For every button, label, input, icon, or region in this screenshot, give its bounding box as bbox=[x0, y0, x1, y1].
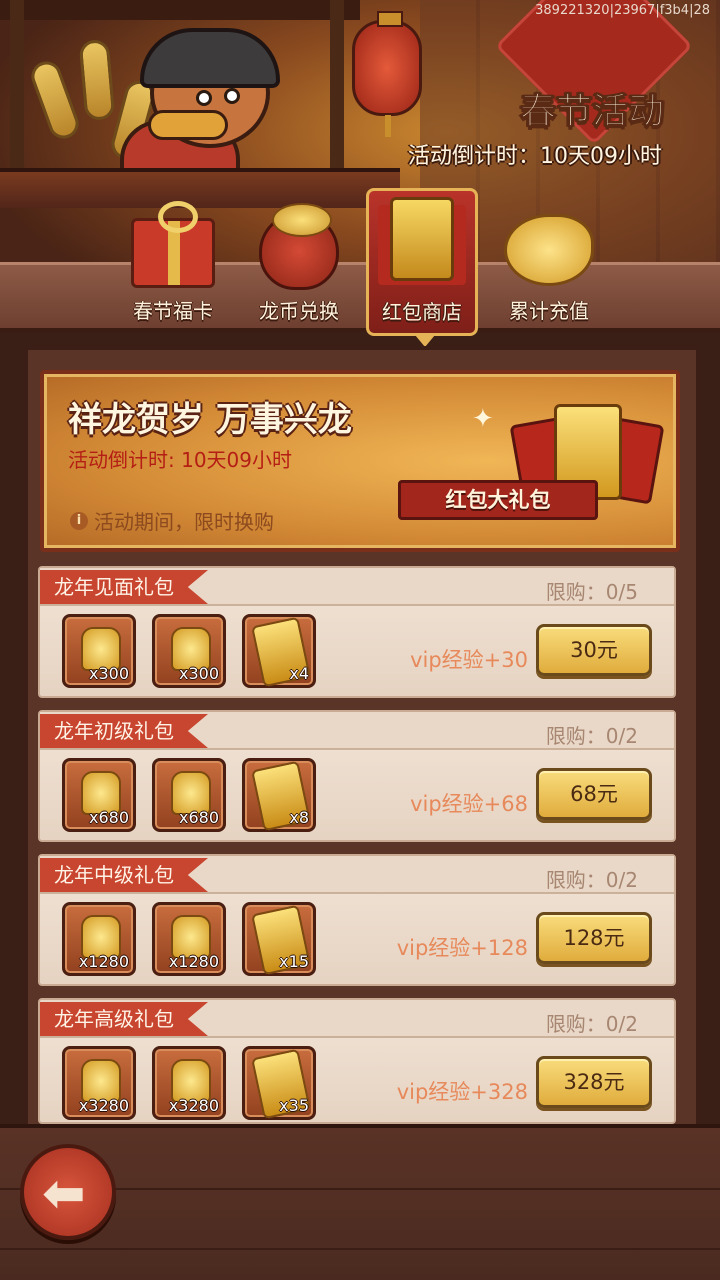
reward-item[interactable]: x3280 bbox=[62, 1046, 136, 1120]
event-banner: 祥龙贺岁 万事兴龙 活动倒计时: 10天09小时 i 活动期间，限时换购 ✦ ✦… bbox=[40, 370, 680, 552]
sparkle-icon: ✦ bbox=[472, 404, 494, 434]
item-qty: x4 bbox=[289, 664, 309, 683]
pack-limit: 限购：0/2 bbox=[545, 868, 638, 892]
vip-exp: vip经验+128 bbox=[396, 936, 528, 960]
pack-row: 龙年高级礼包 限购：0/2 x3280 x3280 x35 vip经验+328 … bbox=[38, 998, 676, 1124]
pack-name: 龙年见面礼包 bbox=[40, 570, 208, 604]
item-qty: x3280 bbox=[168, 1096, 219, 1115]
reward-item[interactable]: x8 bbox=[242, 758, 316, 832]
item-qty: x680 bbox=[178, 808, 219, 827]
item-qty: x3280 bbox=[78, 1096, 129, 1115]
reward-item[interactable]: x3280 bbox=[152, 1046, 226, 1120]
item-qty: x300 bbox=[88, 664, 129, 683]
plank-seam bbox=[0, 1248, 720, 1250]
tab-red-envelope-shop[interactable]: 红包商店 bbox=[366, 188, 478, 347]
item-qty: x680 bbox=[88, 808, 129, 827]
buy-button[interactable]: 68元 bbox=[536, 768, 652, 820]
character-eye bbox=[224, 88, 240, 104]
pack-name: 龙年中级礼包 bbox=[40, 858, 208, 892]
reward-item[interactable]: x1280 bbox=[62, 902, 136, 976]
tab-bar bbox=[0, 262, 720, 332]
dried-fish-decoration bbox=[78, 38, 116, 122]
banner-countdown: 活动倒计时: 10天09小时 bbox=[68, 448, 292, 472]
dried-fish-decoration bbox=[27, 57, 83, 143]
reward-item[interactable]: x1280 bbox=[152, 902, 226, 976]
event-title: 春节活动 bbox=[519, 91, 664, 133]
golden-dragon-icon bbox=[504, 214, 594, 286]
buy-button[interactable]: 128元 bbox=[536, 912, 652, 964]
tab-label: 龙币兑换 bbox=[259, 299, 339, 323]
item-qty: x1280 bbox=[168, 952, 219, 971]
stall-roof bbox=[0, 0, 360, 20]
red-envelope-icon bbox=[390, 197, 454, 281]
item-qty: x1280 bbox=[78, 952, 129, 971]
reward-item[interactable]: x15 bbox=[242, 902, 316, 976]
pack-name: 龙年高级礼包 bbox=[40, 1002, 208, 1036]
character-scarf bbox=[148, 110, 228, 140]
tab-label: 春节福卡 bbox=[133, 299, 213, 323]
reward-item[interactable]: x4 bbox=[242, 614, 316, 688]
back-button[interactable]: ⬅ bbox=[20, 1144, 116, 1240]
item-qty: x35 bbox=[279, 1096, 309, 1115]
tab-label: 累计充值 bbox=[509, 299, 589, 323]
item-qty: x300 bbox=[178, 664, 219, 683]
vip-exp: vip经验+68 bbox=[410, 792, 528, 816]
pack-row: 龙年中级礼包 限购：0/2 x1280 x1280 x15 vip经验+128 … bbox=[38, 854, 676, 986]
reward-item[interactable]: x35 bbox=[242, 1046, 316, 1120]
pack-row: 龙年初级礼包 限购：0/2 x680 x680 x8 vip经验+68 68元 bbox=[38, 710, 676, 842]
item-qty: x15 bbox=[279, 952, 309, 971]
lantern-icon bbox=[352, 11, 422, 137]
vip-exp: vip经验+30 bbox=[410, 648, 528, 672]
reward-item[interactable]: x300 bbox=[62, 614, 136, 688]
pack-limit: 限购：0/5 bbox=[545, 580, 638, 604]
pack-row: 龙年见面礼包 限购：0/5 x300 x300 x4 vip经验+30 30元 bbox=[38, 566, 676, 698]
pack-name: 龙年初级礼包 bbox=[40, 714, 208, 748]
bundle-ribbon: 红包大礼包 bbox=[398, 480, 598, 520]
tab-cumulative-recharge[interactable]: 累计充值 bbox=[494, 196, 604, 332]
buy-button[interactable]: 328元 bbox=[536, 1056, 652, 1108]
banner-note-text: 活动期间，限时换购 bbox=[94, 510, 274, 534]
reward-item[interactable]: x680 bbox=[152, 758, 226, 832]
coin-bag-icon bbox=[259, 203, 339, 290]
reward-item[interactable]: x680 bbox=[62, 758, 136, 832]
buy-button[interactable]: 30元 bbox=[536, 624, 652, 676]
tab-dragon-coin-exchange[interactable]: 龙币兑换 bbox=[244, 196, 354, 332]
character-helmet bbox=[140, 28, 280, 88]
build-id: 389221320|23967|f3b4|28 bbox=[535, 3, 710, 18]
character-eye bbox=[196, 90, 212, 106]
banner-title: 祥龙贺岁 万事兴龙 bbox=[68, 400, 352, 440]
pack-limit: 限购：0/2 bbox=[545, 724, 638, 748]
back-arrow-icon: ⬅ bbox=[42, 1164, 86, 1224]
item-qty: x8 bbox=[289, 808, 309, 827]
pack-limit: 限购：0/2 bbox=[545, 1012, 638, 1036]
tab-label: 红包商店 bbox=[382, 300, 462, 324]
gift-box-icon bbox=[131, 201, 215, 288]
vip-exp: vip经验+328 bbox=[396, 1080, 528, 1104]
tab-spring-fortune-card[interactable]: 春节福卡 bbox=[118, 196, 228, 332]
banner-note: i 活动期间，限时换购 bbox=[70, 506, 274, 535]
reward-item[interactable]: x300 bbox=[152, 614, 226, 688]
event-countdown: 活动倒计时：10天09小时 bbox=[408, 144, 662, 169]
info-icon: i bbox=[70, 511, 88, 530]
